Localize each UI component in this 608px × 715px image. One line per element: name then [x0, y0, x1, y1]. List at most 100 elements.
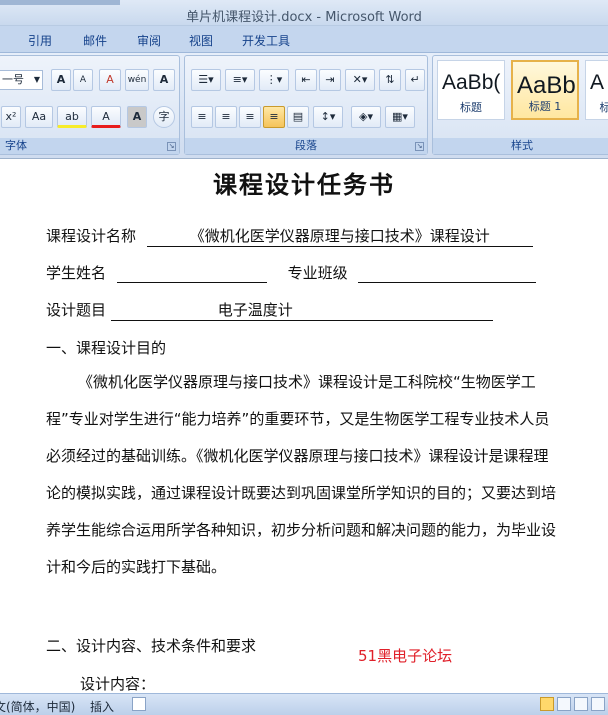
shading-button[interactable]: ◈▾	[351, 106, 381, 128]
asian-layout-button[interactable]: ✕▾	[345, 69, 375, 91]
outline-view-icon[interactable]	[591, 697, 605, 711]
course-name-value: 《微机化医学仪器原理与接口技术》课程设计	[146, 225, 533, 247]
highlighter-icon: ab	[65, 110, 79, 123]
font-color-button[interactable]: A	[91, 106, 121, 128]
sort-button[interactable]: ⇅	[379, 69, 401, 91]
paragraph-mark-icon: ↵	[410, 73, 420, 86]
quick-access-toolbar[interactable]	[0, 0, 120, 5]
phonetic-guide-icon: wén	[127, 75, 147, 85]
watermark-text: 51黑电子论坛	[358, 647, 453, 665]
borders-button[interactable]: ▦▾	[385, 106, 415, 128]
increase-indent-button[interactable]: ⇥	[319, 69, 341, 91]
show-marks-button[interactable]: ↵	[405, 69, 425, 91]
style-name: 标	[599, 101, 608, 114]
justify-button[interactable]: ≡	[263, 106, 285, 128]
enclose-characters-button[interactable]: 字	[153, 106, 175, 128]
increase-indent-icon: ⇥	[325, 73, 335, 86]
style-heading-2[interactable]: A 标	[585, 60, 608, 120]
font-group-label: 字体	[0, 138, 179, 154]
superscript-button[interactable]: x²	[1, 106, 21, 128]
clear-format-icon: A	[106, 73, 114, 86]
align-center-button[interactable]: ≡	[215, 106, 237, 128]
numbering-button[interactable]: ≡▾	[225, 69, 255, 91]
topic-value: 电子温度计	[110, 299, 493, 321]
student-class-line: 学生姓名 专业班级	[46, 262, 537, 283]
shrink-font-icon: A	[79, 75, 87, 85]
tab-review[interactable]: 审阅	[137, 32, 161, 49]
course-name-line: 课程设计名称 《微机化医学仪器原理与接口技术》课程设计	[46, 225, 533, 247]
clear-format-button[interactable]: A	[99, 69, 121, 91]
paragraph-group-label: 段落	[185, 138, 427, 154]
full-screen-reading-view-icon[interactable]	[557, 697, 571, 711]
font-color-icon: A	[102, 110, 110, 123]
change-case-button[interactable]: Aa	[25, 106, 53, 128]
style-heading-1[interactable]: AaBb 标题 1	[511, 60, 579, 120]
grow-font-button[interactable]: A	[51, 69, 71, 91]
insert-mode-indicator[interactable]: 插入	[90, 698, 114, 715]
document-title: 课程设计任务书	[213, 171, 395, 199]
justify-icon: ≡	[269, 110, 279, 123]
tab-view[interactable]: 视图	[189, 32, 213, 49]
tab-references[interactable]: 引用	[28, 32, 52, 49]
chevron-down-icon: ▼	[33, 75, 40, 84]
distributed-button[interactable]: ▤	[287, 106, 309, 128]
print-layout-view-icon[interactable]	[540, 697, 554, 711]
font-group: 一号 ▼ A A A wén A x² Aa ab A A 字 字体 ↘	[0, 55, 180, 155]
character-border-button[interactable]: A	[153, 69, 175, 91]
style-name: 标题	[460, 101, 482, 114]
styles-group: AaBb( 标题 AaBb 标题 1 A 标 样式	[432, 55, 608, 155]
align-right-button[interactable]: ≡	[239, 106, 261, 128]
window-title: 单片机课程设计.docx - Microsoft Word	[186, 10, 422, 25]
bullet-list-icon: ☰▾	[198, 73, 214, 86]
character-shading-button[interactable]: A	[127, 106, 147, 128]
styles-group-label: 样式	[433, 138, 608, 154]
paragraph-dialog-launcher[interactable]: ↘	[415, 142, 424, 151]
align-right-icon: ≡	[245, 110, 255, 123]
multilevel-list-button[interactable]: ⋮▾	[259, 69, 289, 91]
phonetic-guide-button[interactable]: wén	[125, 69, 149, 91]
grow-font-icon: A	[56, 73, 66, 86]
numbered-list-icon: ≡▾	[232, 73, 248, 86]
font-dialog-launcher[interactable]: ↘	[167, 142, 176, 151]
document-page[interactable]: 课程设计任务书 课程设计名称 《微机化医学仪器原理与接口技术》课程设计 学生姓名…	[0, 158, 608, 693]
purpose-paragraph: 《微机化医学仪器原理与接口技术》课程设计是工科院校“生物医学工程”专业对学生进行…	[46, 373, 557, 576]
font-size-combo[interactable]: 一号 ▼	[0, 70, 43, 90]
character-border-icon: A	[159, 73, 169, 86]
topic-line: 设计题目 电子温度计	[46, 299, 493, 321]
change-case-icon: Aa	[31, 110, 47, 123]
shrink-font-button[interactable]: A	[73, 69, 93, 91]
align-center-icon: ≡	[221, 110, 231, 123]
align-left-icon: ≡	[197, 110, 207, 123]
sort-icon: ⇅	[385, 73, 395, 86]
style-sample: A	[590, 71, 605, 94]
ribbon: 一号 ▼ A A A wén A x² Aa ab A A 字 字体 ↘ ☰▾ …	[0, 52, 608, 158]
multilevel-list-icon: ⋮▾	[265, 73, 283, 86]
style-title[interactable]: AaBb( 标题	[437, 60, 505, 120]
decrease-indent-icon: ⇤	[301, 73, 311, 86]
course-name-label: 课程设计名称	[46, 227, 137, 245]
style-name: 标题 1	[528, 100, 562, 113]
style-sample: AaBb	[517, 72, 576, 99]
decrease-indent-button[interactable]: ⇤	[295, 69, 317, 91]
macro-record-icon[interactable]	[132, 697, 146, 711]
character-shading-icon: A	[132, 110, 142, 123]
enclose-characters-icon: 字	[158, 110, 170, 123]
design-content-label: 设计内容：	[80, 675, 156, 693]
student-name-value	[116, 265, 267, 283]
superscript-icon: x²	[5, 110, 17, 123]
text-highlight-button[interactable]: ab	[57, 106, 87, 128]
title-bar: 单片机课程设计.docx - Microsoft Word	[0, 0, 608, 26]
language-indicator[interactable]: 文(简体，中国)	[0, 698, 75, 715]
border-icon: ▦▾	[392, 110, 408, 123]
line-spacing-button[interactable]: ↕▾	[313, 106, 343, 128]
status-bar: 文(简体，中国) 插入	[0, 693, 608, 715]
tab-developer[interactable]: 开发工具	[242, 32, 290, 49]
class-value	[358, 265, 537, 283]
asian-layout-icon: ✕▾	[352, 73, 368, 86]
bullets-button[interactable]: ☰▾	[191, 69, 221, 91]
tab-mailings[interactable]: 邮件	[83, 32, 107, 49]
align-left-button[interactable]: ≡	[191, 106, 213, 128]
web-layout-view-icon[interactable]	[574, 697, 588, 711]
style-sample: AaBb(	[442, 71, 501, 94]
section-1-heading: 一、课程设计目的	[46, 339, 167, 357]
